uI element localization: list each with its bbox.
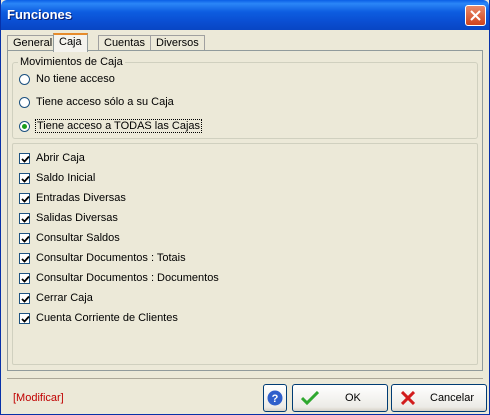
checkmark-icon [21, 175, 30, 183]
tab-label: Diversos [156, 37, 199, 49]
radio-label: Tiene acceso a TODAS las Cajas [34, 119, 203, 133]
checkbox-label: Abrir Caja [36, 152, 85, 164]
checkmark-icon [21, 295, 30, 303]
footer-divider [7, 378, 483, 379]
checkbox[interactable] [19, 232, 30, 244]
checkbox-salidas-diversas[interactable]: Salidas Diversas [19, 211, 118, 225]
checkmark-icon [21, 155, 30, 163]
checkbox-label: Cuenta Corriente de Clientes [36, 312, 178, 324]
checkbox-label: Consultar Saldos [36, 232, 120, 244]
radio-label: Tiene acceso sólo a su Caja [36, 96, 174, 108]
checkbox-consultar-saldos[interactable]: Consultar Saldos [19, 231, 120, 245]
checkbox-label: Entradas Diversas [36, 192, 126, 204]
checkbox-entradas-diversas[interactable]: Entradas Diversas [19, 191, 126, 205]
cancel-label: Cancelar [430, 392, 475, 404]
help-button[interactable]: ? [263, 384, 287, 412]
radio-label: No tiene acceso [36, 73, 115, 85]
checkbox-consultar-documentos-totais[interactable]: Consultar Documentos : Totais [19, 251, 186, 265]
checkmark-icon [21, 195, 30, 203]
title-bar: Funciones [1, 0, 489, 30]
checkbox[interactable] [19, 292, 30, 304]
checkmark-icon [301, 391, 319, 405]
tab-caja[interactable]: Caja [53, 33, 88, 52]
movimientos-group: Movimientos de Caja No tiene acceso Tien… [12, 56, 478, 139]
checkbox[interactable] [19, 152, 30, 164]
checkbox-label: Consultar Documentos : Totais [36, 252, 186, 264]
checkbox[interactable] [19, 212, 30, 224]
group-label: Movimientos de Caja [18, 56, 125, 68]
radio-own-caja[interactable]: Tiene acceso sólo a su Caja [19, 94, 174, 110]
radio-button[interactable] [19, 73, 30, 85]
close-button[interactable] [465, 5, 486, 26]
checkbox[interactable] [19, 272, 30, 284]
ok-label: OK [345, 392, 361, 404]
tab-cuentas[interactable]: Cuentas [98, 35, 151, 51]
red-x-icon [401, 391, 415, 405]
checkmark-icon [21, 255, 30, 263]
checkbox-abrir-caja[interactable]: Abrir Caja [19, 151, 85, 165]
checkmark-icon [21, 215, 30, 223]
cancel-button[interactable]: Cancelar [391, 384, 487, 412]
checkbox-label: Salidas Diversas [36, 212, 118, 224]
radio-no-access[interactable]: No tiene acceso [19, 71, 115, 87]
checkbox-label: Saldo Inicial [36, 172, 96, 184]
checkbox-cerrar-caja[interactable]: Cerrar Caja [19, 291, 93, 305]
ok-button[interactable]: OK [292, 384, 388, 412]
tab-label: Caja [59, 36, 82, 48]
modify-status: [Modificar] [13, 392, 64, 404]
help-icon: ? [267, 390, 283, 406]
checkbox[interactable] [19, 172, 30, 184]
svg-text:?: ? [272, 393, 279, 405]
tab-label: Cuentas [104, 37, 145, 49]
permissions-list: Abrir Caja Saldo Inicial Entradas Divers… [12, 143, 478, 365]
checkbox-label: Cerrar Caja [36, 292, 93, 304]
tab-label: General [13, 37, 53, 49]
close-icon [470, 10, 481, 21]
tab-diversos[interactable]: Diversos [150, 35, 205, 51]
radio-button[interactable] [19, 96, 30, 108]
tab-panel-caja: Movimientos de Caja No tiene acceso Tien… [7, 50, 483, 371]
checkbox[interactable] [19, 312, 30, 324]
checkmark-icon [21, 235, 30, 243]
checkbox[interactable] [19, 252, 30, 264]
checkbox-cuenta-corriente[interactable]: Cuenta Corriente de Clientes [19, 311, 178, 325]
checkbox-consultar-documentos-documentos[interactable]: Consultar Documentos : Documentos [19, 271, 219, 285]
checkbox[interactable] [19, 192, 30, 204]
dialog-window: Funciones General Caja Cuentas Diversos … [0, 0, 490, 415]
window-title: Funciones [7, 7, 73, 22]
checkmark-icon [21, 315, 30, 323]
checkmark-icon [21, 275, 30, 283]
tab-general[interactable]: General [7, 35, 59, 51]
checkbox-label: Consultar Documentos : Documentos [36, 272, 219, 284]
checkbox-saldo-inicial[interactable]: Saldo Inicial [19, 171, 95, 185]
radio-all-cajas[interactable]: Tiene acceso a TODAS las Cajas [19, 118, 203, 134]
radio-button-selected[interactable] [19, 120, 30, 132]
